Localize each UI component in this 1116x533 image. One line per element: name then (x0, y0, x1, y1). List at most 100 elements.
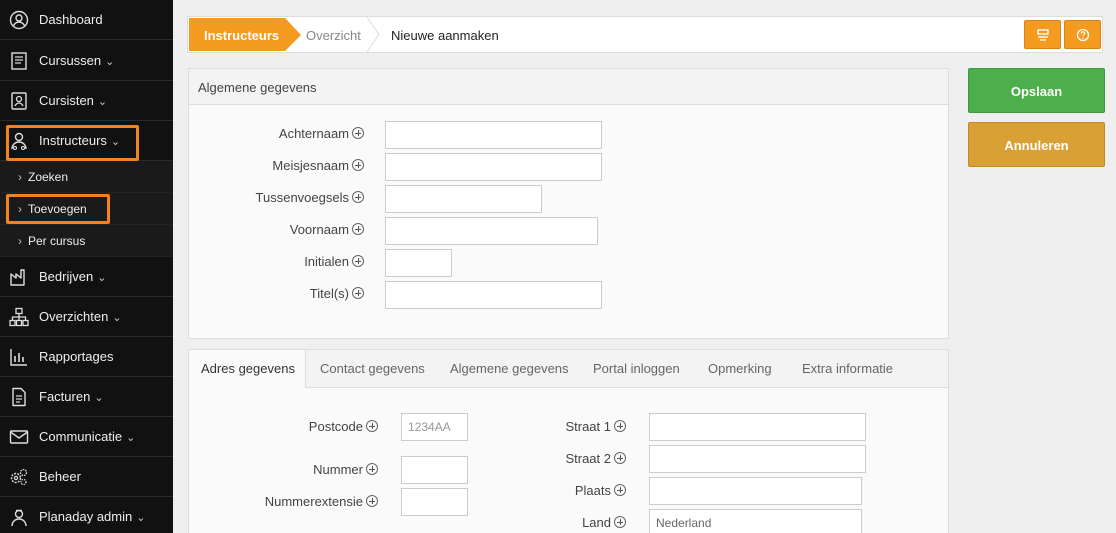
sidebar-item-label: Instructeurs ⌄ (39, 133, 121, 148)
sidebar-item-label: Overzichten ⌄ (39, 309, 122, 324)
sidebar-subitem-label: › Toevoegen (18, 202, 87, 216)
sidebar-item-label: Dashboard (39, 12, 103, 27)
help-icon (1076, 28, 1090, 42)
add-circle-icon[interactable] (352, 255, 364, 267)
plaats-label: Plaats (575, 483, 626, 498)
sidebar-item-cursisten[interactable]: Cursisten ⌄ (0, 81, 173, 121)
tab-opmerking[interactable]: Opmerking (708, 361, 772, 376)
list-toggle-button[interactable] (1024, 20, 1061, 49)
achternaam-label: Achternaam (279, 126, 364, 141)
tab-extra-informatie[interactable]: Extra informatie (802, 361, 893, 376)
sidebar-item-planaday-admin[interactable]: Planaday admin ⌄ (0, 497, 173, 533)
book-icon (9, 51, 29, 71)
tab-contact-gegevens[interactable]: Contact gegevens (320, 361, 425, 376)
sidebar-item-dashboard[interactable]: Dashboard (0, 0, 173, 40)
tabs-panel: Adres gegevens Contact gegevens Algemene… (188, 349, 949, 533)
add-circle-icon[interactable] (614, 452, 626, 464)
sidebar-item-label: Bedrijven ⌄ (39, 269, 107, 284)
sidebar-subitem-toevoegen[interactable]: › Toevoegen (0, 193, 173, 225)
document-icon (9, 387, 29, 407)
titels-input[interactable] (385, 281, 602, 309)
add-circle-icon[interactable] (366, 463, 378, 475)
tab-portal-inloggen[interactable]: Portal inloggen (593, 361, 680, 376)
plaats-input[interactable] (649, 477, 862, 505)
envelope-icon (9, 427, 29, 447)
land-input[interactable] (649, 509, 862, 533)
voornaam-input[interactable] (385, 217, 598, 245)
sidebar-item-instructeurs[interactable]: Instructeurs ⌄ (0, 121, 173, 161)
list-icon (1037, 29, 1049, 41)
straat1-input[interactable] (649, 413, 866, 441)
initialen-input[interactable] (385, 249, 452, 277)
add-circle-icon[interactable] (352, 127, 364, 139)
help-button[interactable] (1064, 20, 1101, 49)
contact-card-icon (9, 91, 29, 111)
sidebar-item-beheer[interactable]: Beheer (0, 457, 173, 497)
add-circle-icon[interactable] (352, 287, 364, 299)
sidebar-subitem-label: › Per cursus (18, 234, 86, 248)
sidebar-item-label: Communicatie ⌄ (39, 429, 136, 444)
sidebar-item-communicatie[interactable]: Communicatie ⌄ (0, 417, 173, 457)
add-circle-icon[interactable] (614, 420, 626, 432)
sidebar-item-rapportages[interactable]: Rapportages (0, 337, 173, 377)
sidebar-item-bedrijven[interactable]: Bedrijven ⌄ (0, 257, 173, 297)
sidebar-item-cursussen[interactable]: Cursussen ⌄ (0, 41, 173, 81)
sidebar-item-label: Facturen ⌄ (39, 389, 104, 404)
add-circle-icon[interactable] (366, 495, 378, 507)
bar-chart-icon (9, 347, 29, 367)
tab-adres-gegevens[interactable]: Adres gegevens (189, 350, 306, 388)
meisjesnaam-label: Meisjesnaam (272, 158, 364, 173)
save-button[interactable]: Opslaan (968, 68, 1105, 113)
user-circle-icon (9, 10, 29, 30)
instructor-icon (9, 131, 29, 151)
add-circle-icon[interactable] (352, 191, 364, 203)
add-circle-icon[interactable] (366, 420, 378, 432)
straat2-label: Straat 2 (565, 451, 626, 466)
postcode-input[interactable] (401, 413, 468, 441)
tab-bar: Adres gegevens Contact gegevens Algemene… (189, 350, 948, 388)
add-circle-icon[interactable] (352, 159, 364, 171)
sidebar: Dashboard Cursussen ⌄ Cursisten ⌄ Instruct… (0, 0, 173, 533)
sidebar-subitem-zoeken[interactable]: › Zoeken (0, 161, 173, 193)
tussenvoegsels-label: Tussenvoegsels (256, 190, 364, 205)
gears-icon (9, 467, 29, 487)
sitemap-icon (9, 307, 29, 327)
sidebar-item-label: Planaday admin ⌄ (39, 509, 146, 524)
sidebar-item-label: Cursisten ⌄ (39, 93, 108, 108)
admin-user-icon (9, 507, 29, 527)
sidebar-subitem-per-cursus[interactable]: › Per cursus (0, 225, 173, 257)
sidebar-subitem-label: › Zoeken (18, 170, 69, 184)
breadcrumb-separator-icon (366, 17, 380, 52)
tussenvoegsels-input[interactable] (385, 185, 542, 213)
nummer-input[interactable] (401, 456, 468, 484)
initialen-label: Initialen (304, 254, 364, 269)
add-circle-icon[interactable] (614, 484, 626, 496)
factory-icon (9, 267, 29, 287)
sidebar-item-label: Cursussen ⌄ (39, 53, 115, 68)
straat1-label: Straat 1 (565, 419, 626, 434)
nummerextensie-input[interactable] (401, 488, 468, 516)
breadcrumb-nieuwe-aanmaken: Nieuwe aanmaken (391, 28, 499, 43)
titels-label: Titel(s) (310, 286, 364, 301)
meisjesnaam-input[interactable] (385, 153, 602, 181)
nummerextensie-label: Nummerextensie (265, 494, 378, 509)
land-label: Land (582, 515, 626, 530)
achternaam-input[interactable] (385, 121, 602, 149)
add-circle-icon[interactable] (352, 223, 364, 235)
postcode-label: Postcode (309, 419, 378, 434)
voornaam-label: Voornaam (290, 222, 364, 237)
straat2-input[interactable] (649, 445, 866, 473)
general-panel-title: Algemene gegevens (189, 69, 948, 105)
breadcrumb-instructeurs[interactable]: Instructeurs (189, 18, 301, 51)
sidebar-item-facturen[interactable]: Facturen ⌄ (0, 377, 173, 417)
nummer-label: Nummer (313, 462, 378, 477)
sidebar-item-overzichten[interactable]: Overzichten ⌄ (0, 297, 173, 337)
add-circle-icon[interactable] (614, 516, 626, 528)
breadcrumb: Instructeurs Overzicht Nieuwe aanmaken (187, 16, 1103, 53)
breadcrumb-overzicht[interactable]: Overzicht (306, 28, 361, 43)
sidebar-item-label: Rapportages (39, 349, 114, 364)
tab-algemene-gegevens[interactable]: Algemene gegevens (450, 361, 569, 376)
sidebar-item-label: Beheer (39, 469, 81, 484)
general-panel: Algemene gegevens Achternaam Meisjesnaam… (188, 68, 949, 339)
cancel-button[interactable]: Annuleren (968, 122, 1105, 167)
